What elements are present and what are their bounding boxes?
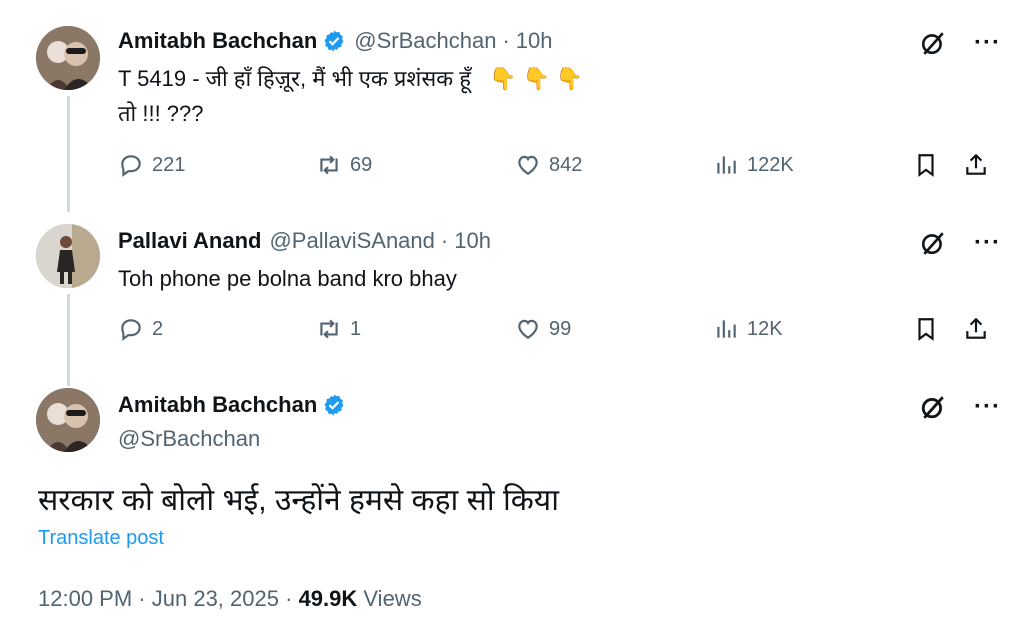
- views-label: Views: [363, 586, 422, 611]
- avatar-image: [36, 224, 100, 288]
- avatar[interactable]: [36, 388, 100, 452]
- tweet-text: Toh phone pe bolna band kro bhay: [118, 266, 457, 291]
- avatar[interactable]: [36, 224, 100, 288]
- like-count: 842: [549, 153, 583, 176]
- separator-dot: ·: [285, 586, 299, 611]
- tweet-2[interactable]: Pallavi Anand @PallaviSAnand · 10h ··· T…: [0, 210, 1024, 386]
- grok-icon[interactable]: [920, 30, 946, 56]
- reply-count: 221: [152, 153, 186, 176]
- author-handle[interactable]: @SrBachchan: [118, 426, 260, 452]
- avatar-image: [36, 26, 100, 90]
- tweet-1[interactable]: Amitabh Bachchan @SrBachchan · 10h ··· T…: [0, 0, 1024, 212]
- author-name[interactable]: Pallavi Anand: [118, 228, 261, 254]
- author-handle[interactable]: @PallaviSAnand: [269, 228, 434, 254]
- views-icon: [717, 156, 736, 174]
- tweet-actions: 221 69 842 122K: [0, 152, 1024, 184]
- like-icon: [518, 155, 538, 175]
- like-icon: [518, 319, 538, 339]
- repost-count: 1: [350, 317, 362, 340]
- repost-count: 69: [350, 153, 373, 176]
- bookmark-icon: [918, 318, 934, 341]
- views-count: 49.9K: [298, 586, 358, 611]
- tweet-header: Pallavi Anand @PallaviSAnand · 10h: [118, 228, 491, 254]
- grok-icon[interactable]: [920, 230, 946, 256]
- bookmark-button[interactable]: [913, 152, 939, 178]
- verified-icon: [324, 30, 344, 52]
- avatar-image: [36, 388, 100, 452]
- separator-dot: ·: [138, 586, 152, 611]
- views-count: 122K: [747, 153, 794, 176]
- tweet-text-line-1: T 5419 - जी हाँ हिज़ूर, मैं भी एक प्रशंस…: [118, 66, 471, 91]
- tweet-actions: 2 1 99 12K: [0, 316, 1024, 348]
- views-button[interactable]: 12K: [713, 316, 783, 342]
- like-button[interactable]: 99: [515, 316, 571, 342]
- views-count: 12K: [747, 317, 783, 340]
- repost-icon: [320, 155, 338, 175]
- main-tweet-text: सरकार को बोलो भई, उन्होंने हमसे कहा सो क…: [38, 484, 559, 517]
- tweet-text: T 5419 - जी हाँ हिज़ूर, मैं भी एक प्रशंस…: [118, 62, 589, 95]
- more-icon[interactable]: ···: [974, 231, 1001, 255]
- post-time[interactable]: 10h: [516, 28, 553, 54]
- views-icon: [717, 320, 736, 338]
- bookmark-button[interactable]: [913, 316, 939, 342]
- share-icon: [966, 153, 986, 175]
- author-handle[interactable]: @SrBachchan: [354, 28, 496, 54]
- repost-button[interactable]: 69: [316, 152, 372, 178]
- reply-icon: [121, 155, 141, 177]
- like-button[interactable]: 842: [515, 152, 582, 178]
- author-name[interactable]: Amitabh Bachchan: [118, 392, 317, 418]
- grok-icon[interactable]: [920, 394, 946, 420]
- tweet-text-line-2: तो !!! ???: [118, 101, 204, 126]
- post-meta: 12:00 PM · Jun 23, 2025 · 49.9K Views: [38, 586, 422, 612]
- reply-button[interactable]: 2: [118, 316, 163, 342]
- tweet-top-icons: ···: [920, 30, 1001, 56]
- tweet-top-icons: ···: [920, 230, 1001, 256]
- tweet-header: Amitabh Bachchan @SrBachchan · 10h: [118, 28, 553, 54]
- more-icon[interactable]: ···: [974, 395, 1001, 419]
- post-time[interactable]: 12:00 PM: [38, 586, 132, 611]
- repost-button[interactable]: 1: [316, 316, 361, 342]
- separator-dot: ·: [440, 228, 449, 253]
- views-button[interactable]: 122K: [713, 152, 794, 178]
- main-tweet-name-row: Amitabh Bachchan: [118, 392, 346, 418]
- tweet-top-icons: ···: [920, 394, 1001, 420]
- avatar[interactable]: [36, 26, 100, 90]
- emoji: 👇👇👇: [489, 66, 590, 91]
- share-icon: [966, 317, 986, 339]
- post-time[interactable]: 10h: [454, 228, 491, 254]
- share-button[interactable]: [963, 316, 989, 342]
- author-name[interactable]: Amitabh Bachchan: [118, 28, 317, 54]
- main-tweet-handle-row: @SrBachchan: [110, 426, 260, 452]
- share-button[interactable]: [963, 152, 989, 178]
- translate-post-link[interactable]: Translate post: [38, 527, 164, 550]
- reply-count: 2: [152, 317, 164, 340]
- more-icon[interactable]: ···: [974, 31, 1001, 55]
- post-date[interactable]: Jun 23, 2025: [152, 586, 279, 611]
- repost-icon: [320, 319, 338, 339]
- separator-dot: ·: [502, 28, 510, 53]
- reply-button[interactable]: 221: [118, 152, 185, 178]
- reply-icon: [121, 319, 141, 341]
- bookmark-icon: [918, 154, 934, 177]
- verified-icon: [324, 394, 344, 416]
- like-count: 99: [549, 317, 572, 340]
